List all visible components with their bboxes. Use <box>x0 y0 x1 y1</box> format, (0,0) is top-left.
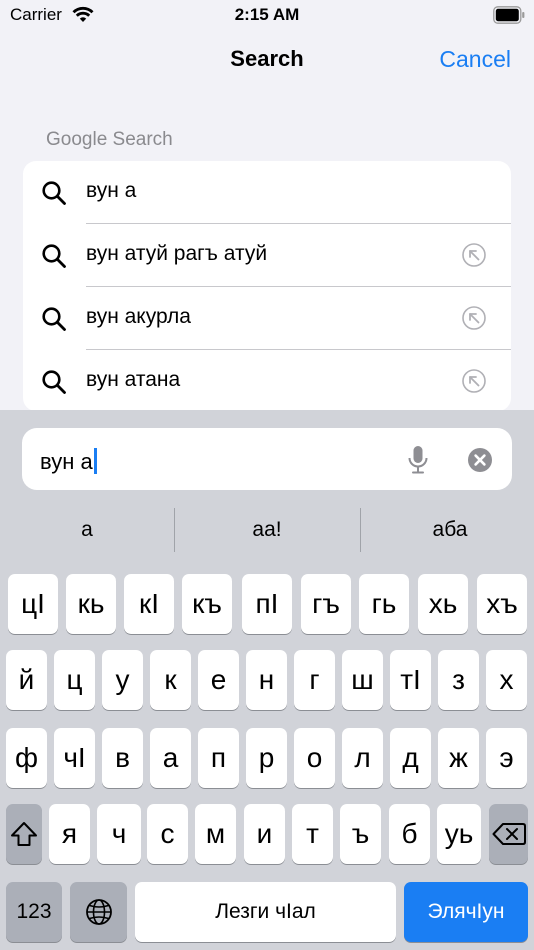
key[interactable]: р <box>246 728 287 788</box>
key[interactable]: хъ <box>477 574 527 634</box>
key[interactable]: г <box>294 650 335 710</box>
key[interactable]: б <box>389 804 430 864</box>
key[interactable]: м <box>195 804 236 864</box>
key[interactable]: в <box>102 728 143 788</box>
key[interactable]: гъ <box>301 574 351 634</box>
text-caret <box>93 448 97 474</box>
microphone-icon[interactable] <box>406 445 430 475</box>
search-icon <box>42 370 66 394</box>
space-key[interactable]: Лезги чӀал <box>135 882 396 942</box>
key[interactable]: ц <box>54 650 95 710</box>
search-input-text: вун а <box>40 449 93 474</box>
shift-key[interactable] <box>6 804 42 864</box>
battery-icon <box>493 6 525 24</box>
key[interactable]: кӀ <box>124 574 174 634</box>
divider <box>174 508 175 552</box>
key[interactable]: къ <box>182 574 232 634</box>
search-input[interactable]: вун а <box>22 428 512 490</box>
numbers-key[interactable]: 123 <box>6 882 62 942</box>
key[interactable]: цӀ <box>8 574 58 634</box>
suggestion-text: вун акурла <box>86 305 191 328</box>
key[interactable]: ж <box>438 728 479 788</box>
key[interactable]: п <box>198 728 239 788</box>
prediction-item[interactable]: aба <box>366 508 534 552</box>
key[interactable]: т <box>292 804 333 864</box>
suggestion-row[interactable]: вун акурла <box>23 287 511 349</box>
cancel-button[interactable]: Cancel <box>439 46 511 73</box>
key[interactable]: кь <box>66 574 116 634</box>
key[interactable]: ф <box>6 728 47 788</box>
key[interactable]: й <box>6 650 47 710</box>
backspace-icon <box>492 823 526 845</box>
suggestions-list: вун а вун атуй рагъ атуй вун акурла вун … <box>23 161 511 411</box>
suggestion-row[interactable]: вун а <box>23 161 511 223</box>
key[interactable]: к <box>150 650 191 710</box>
suggestion-row[interactable]: вун атуй рагъ атуй <box>23 224 511 286</box>
globe-icon <box>85 899 112 925</box>
keyboard: вун а a aa! aба цӀ кь кӀ къ пӀ гъ гь хь … <box>0 410 534 950</box>
key[interactable]: з <box>438 650 479 710</box>
arrow-up-left-circle-icon[interactable] <box>461 368 487 394</box>
suggestion-text: вун атана <box>86 368 181 391</box>
key[interactable]: о <box>294 728 335 788</box>
key[interactable]: гь <box>359 574 409 634</box>
shift-icon <box>11 822 37 846</box>
search-icon <box>42 181 66 205</box>
search-icon <box>42 244 66 268</box>
key[interactable]: ъ <box>340 804 381 864</box>
backspace-key[interactable] <box>489 804 528 864</box>
key[interactable]: у <box>102 650 143 710</box>
search-icon <box>42 307 66 331</box>
prediction-item[interactable]: aa! <box>180 508 354 552</box>
status-bar: Carrier 2:15 AM <box>0 0 534 32</box>
key[interactable]: д <box>390 728 431 788</box>
clear-icon[interactable] <box>467 447 493 473</box>
return-key[interactable]: ЭлячӀун <box>404 882 528 942</box>
key[interactable]: ч <box>97 804 141 864</box>
key[interactable]: тӀ <box>390 650 431 710</box>
prediction-item[interactable]: a <box>0 508 174 552</box>
status-time: 2:15 AM <box>234 5 300 24</box>
key[interactable]: пӀ <box>242 574 292 634</box>
search-input-value: вун а <box>40 448 97 475</box>
suggestion-text: вун а <box>86 179 137 202</box>
key[interactable]: хь <box>418 574 468 634</box>
key[interactable]: л <box>342 728 383 788</box>
arrow-up-left-circle-icon[interactable] <box>461 305 487 331</box>
key[interactable]: э <box>486 728 527 788</box>
divider <box>360 508 361 552</box>
key[interactable]: ш <box>342 650 383 710</box>
key[interactable]: я <box>49 804 90 864</box>
key[interactable]: н <box>246 650 287 710</box>
key[interactable]: с <box>147 804 188 864</box>
globe-key[interactable] <box>70 882 127 942</box>
suggestion-row[interactable]: вун атана <box>23 350 511 411</box>
key[interactable]: а <box>150 728 191 788</box>
prediction-bar: a aa! aба <box>0 508 534 552</box>
arrow-up-left-circle-icon[interactable] <box>461 242 487 268</box>
key[interactable]: х <box>486 650 527 710</box>
key[interactable]: уь <box>437 804 481 864</box>
key[interactable]: чӀ <box>54 728 95 788</box>
key[interactable]: и <box>244 804 285 864</box>
suggestion-text: вун атуй рагъ атуй <box>86 242 268 265</box>
section-header: Google Search <box>46 129 173 150</box>
key[interactable]: е <box>198 650 239 710</box>
